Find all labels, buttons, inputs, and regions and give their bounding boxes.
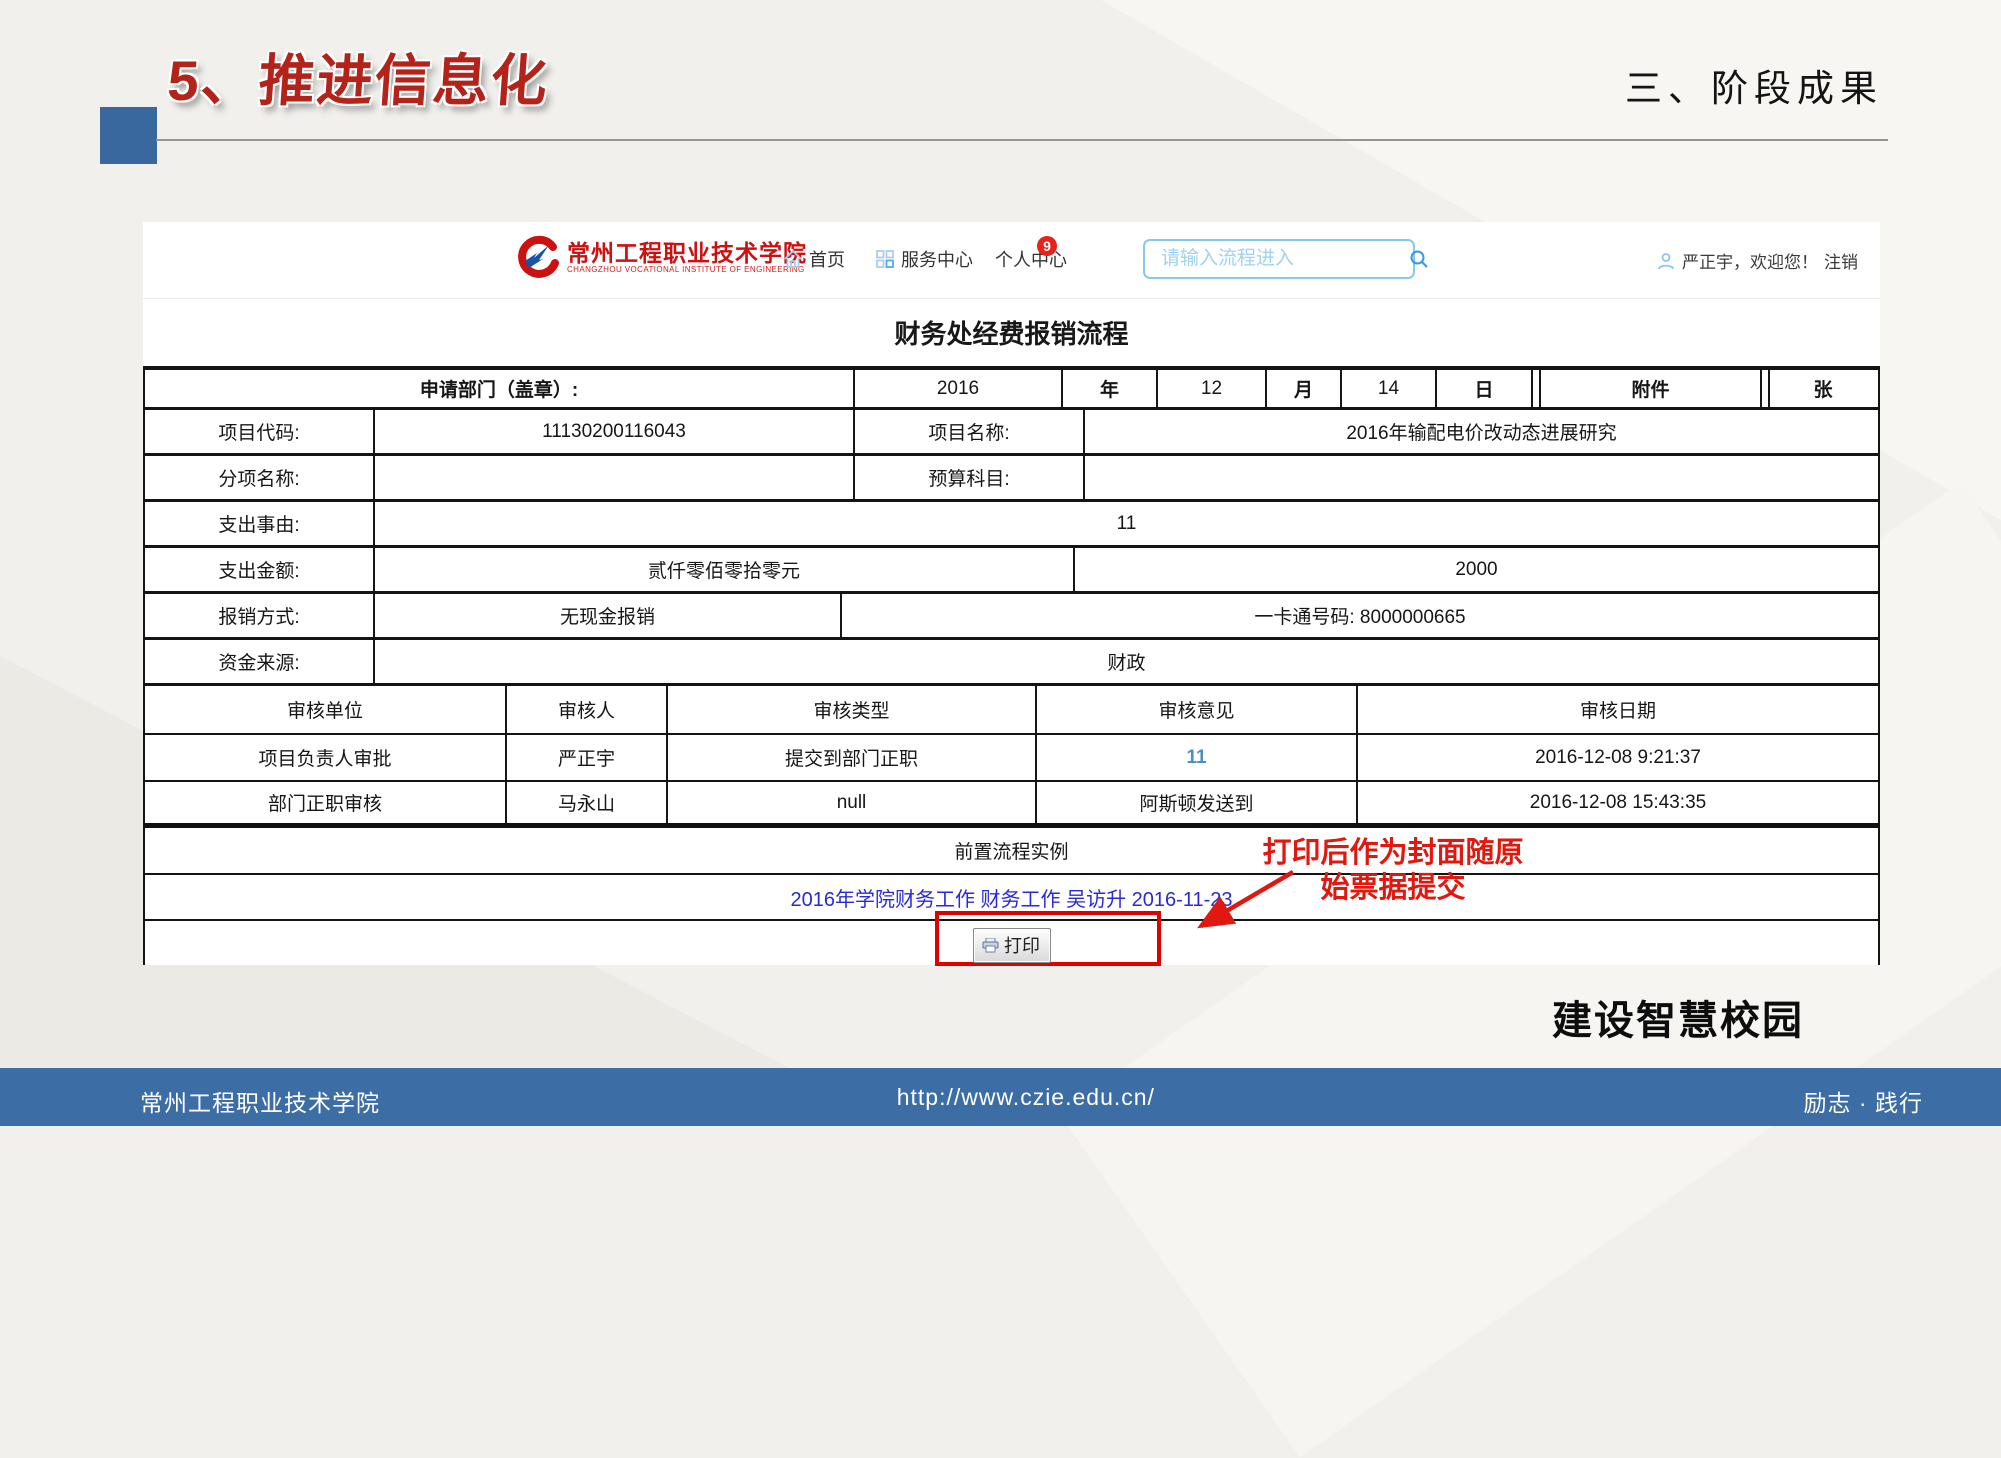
divider-cell [1533, 370, 1541, 407]
day-value: 14 [1342, 370, 1437, 407]
field-label: 项目代码: [145, 410, 375, 453]
field-label: 支出金额: [145, 548, 375, 591]
nav-home[interactable]: 首页 [783, 246, 845, 272]
form-row-amount: 支出金额: 贰仟零佰零拾零元 2000 [145, 548, 1878, 594]
form-row-project: 项目代码: 11130200116043 项目名称: 2016年输配电价改动态进… [145, 410, 1878, 456]
audit-type: null [668, 782, 1037, 823]
field-value [1085, 456, 1878, 499]
divider-cell [1762, 370, 1770, 407]
pre-flow-link-row: 2016年学院财务工作 财务工作 吴访升 2016-11-23 [145, 875, 1878, 921]
footer-url: http://www.czie.edu.cn/ [897, 1084, 1155, 1111]
form-row-date: 申请部门（盖章）: 2016 年 12 月 14 日 附件 张 [145, 370, 1878, 410]
field-value: 2016年输配电价改动态进展研究 [1085, 410, 1878, 453]
method-value: 无现金报销 [375, 594, 842, 637]
flow-search-box [1143, 239, 1415, 279]
nav-home-label: 首页 [809, 246, 845, 272]
audit-opinion: 11 [1037, 735, 1358, 780]
card-number: 一卡通号码: 8000000665 [842, 594, 1878, 637]
pre-flow-link-cell: 2016年学院财务工作 财务工作 吴访升 2016-11-23 [145, 875, 1878, 919]
audit-date: 2016-12-08 15:43:35 [1358, 782, 1878, 823]
audit-row: 部门正职审核 马永山 null 阿斯顿发送到 2016-12-08 15:43:… [145, 782, 1878, 828]
form-row-method: 报销方式: 无现金报销 一卡通号码: 8000000665 [145, 594, 1878, 640]
school-logo[interactable]: 常州工程职业技术学院 CHANGZHOU VOCATIONAL INSTITUT… [515, 235, 807, 279]
footer-bar: 常州工程职业技术学院 http://www.czie.edu.cn/ 励志 · … [0, 1068, 2001, 1126]
field-label: 分项名称: [145, 456, 375, 499]
pre-flow-link[interactable]: 2016年学院财务工作 财务工作 吴访升 2016-11-23 [791, 883, 1233, 912]
sheets-unit: 张 [1770, 370, 1876, 407]
logout-link[interactable]: 注销 [1824, 248, 1858, 273]
field-label: 报销方式: [145, 594, 375, 637]
audit-header: 审核日期 [1358, 686, 1878, 733]
school-name-cn: 常州工程职业技术学院 [567, 241, 807, 265]
home-icon [783, 249, 803, 269]
audit-date: 2016-12-08 9:21:37 [1358, 735, 1878, 780]
nav-service-label: 服务中心 [901, 246, 973, 272]
month-value: 12 [1158, 370, 1267, 407]
field-value: 11130200116043 [375, 410, 855, 453]
field-value [375, 456, 855, 499]
slide-caption: 建设智慧校园 [1552, 988, 1804, 1046]
expense-form-table: 申请部门（盖章）: 2016 年 12 月 14 日 附件 张 项目代码: 11… [143, 366, 1880, 965]
audit-header: 审核类型 [668, 686, 1037, 733]
notification-badge[interactable]: 9 [1037, 236, 1057, 256]
field-value: 财政 [375, 640, 1878, 683]
user-greeting: 严正宇，欢迎您！ [1682, 248, 1818, 273]
audit-type: 提交到部门正职 [668, 735, 1037, 780]
print-button[interactable]: 打印 [973, 928, 1051, 963]
footer-school-name: 常州工程职业技术学院 [140, 1084, 380, 1118]
audit-unit: 部门正职审核 [145, 782, 507, 823]
audit-opinion: 阿斯顿发送到 [1037, 782, 1358, 823]
pre-flow-title: 前置流程实例 [145, 828, 1878, 873]
section-heading: 三、阶段成果 [1625, 58, 1883, 112]
amount-number: 2000 [1075, 548, 1878, 591]
audit-unit: 项目负责人审批 [145, 735, 507, 780]
year-unit: 年 [1063, 370, 1158, 407]
slide-title: 5、推进信息化 [165, 36, 552, 117]
print-button-label: 打印 [1004, 932, 1040, 958]
footer-motto: 励志 · 践行 [1804, 1084, 1923, 1118]
field-label: 资金来源: [145, 640, 375, 683]
portal-header: 常州工程职业技术学院 CHANGZHOU VOCATIONAL INSTITUT… [143, 222, 1880, 299]
pre-flow-title-row: 前置流程实例 [145, 828, 1878, 875]
month-unit: 月 [1267, 370, 1342, 407]
search-input[interactable] [1159, 247, 1408, 271]
audit-header: 审核意见 [1037, 686, 1358, 733]
user-icon [1656, 251, 1676, 271]
title-bullet-square [100, 107, 157, 164]
audit-header-row: 审核单位 审核人 审核类型 审核意见 审核日期 [145, 686, 1878, 735]
printer-icon [982, 938, 999, 953]
school-name-en: CHANGZHOU VOCATIONAL INSTITUTE OF ENGINE… [567, 265, 807, 274]
audit-header: 审核单位 [145, 686, 507, 733]
portal-page: 常州工程职业技术学院 CHANGZHOU VOCATIONAL INSTITUT… [143, 222, 1880, 965]
field-label: 项目名称: [855, 410, 1085, 453]
school-emblem-icon [515, 235, 559, 279]
form-row-subitem: 分项名称: 预算科目: [145, 456, 1878, 502]
dept-label: 申请部门（盖章）: [145, 370, 855, 407]
field-label: 预算科目: [855, 456, 1085, 499]
search-icon[interactable] [1408, 248, 1430, 270]
nav-service-center[interactable]: 服务中心 [875, 246, 973, 272]
amount-chinese: 贰仟零佰零拾零元 [375, 548, 1075, 591]
form-title: 财务处经费报销流程 [143, 314, 1880, 351]
year-value: 2016 [855, 370, 1063, 407]
audit-person: 马永山 [507, 782, 668, 823]
form-row-reason: 支出事由: 11 [145, 502, 1878, 548]
day-unit: 日 [1437, 370, 1533, 407]
title-underline [156, 139, 1888, 141]
audit-person: 严正宇 [507, 735, 668, 780]
grid-icon [875, 249, 895, 269]
field-value: 11 [375, 502, 1878, 545]
audit-header: 审核人 [507, 686, 668, 733]
user-area: 严正宇，欢迎您！ 注销 [1656, 248, 1858, 273]
form-row-fund-source: 资金来源: 财政 [145, 640, 1878, 686]
audit-row: 项目负责人审批 严正宇 提交到部门正职 11 2016-12-08 9:21:3… [145, 735, 1878, 782]
attachment-label: 附件 [1541, 370, 1762, 407]
field-label: 支出事由: [145, 502, 375, 545]
